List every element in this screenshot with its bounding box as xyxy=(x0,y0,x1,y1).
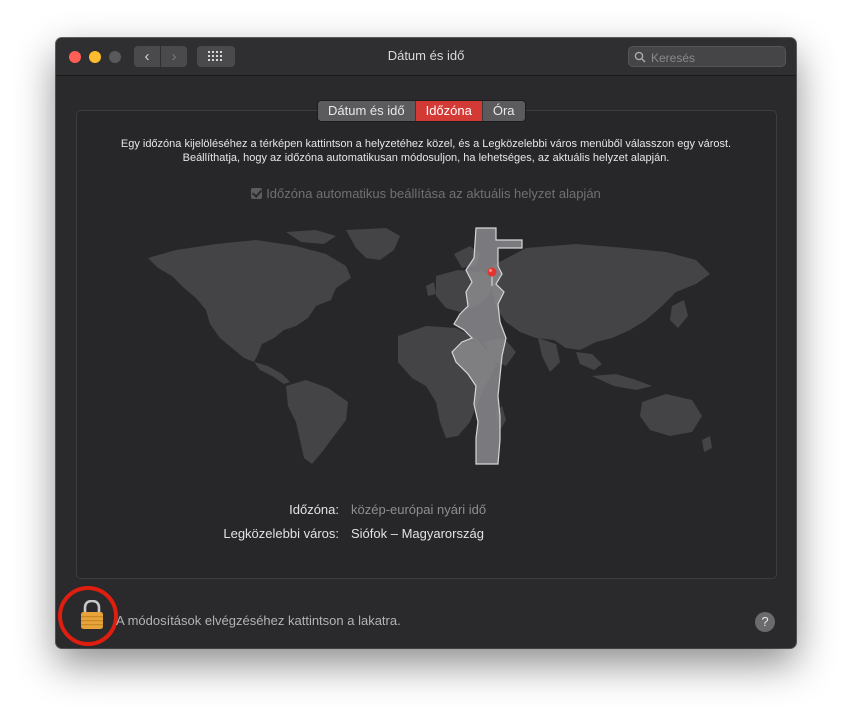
timezone-label: Időzóna: xyxy=(289,502,339,517)
search-input[interactable] xyxy=(649,48,783,67)
description-line-2: Beállíthatja, hogy az időzóna automatiku… xyxy=(182,152,670,164)
world-map[interactable] xyxy=(136,226,716,466)
help-button[interactable]: ? xyxy=(755,612,775,632)
title-bar: ‹ › Dátum és idő xyxy=(56,38,796,76)
preferences-window: ‹ › Dátum és idő Dátum és idő Időzóna Ór… xyxy=(56,38,796,648)
description-line-1: Egy időzóna kijelöléséhez a térképen kat… xyxy=(120,138,732,150)
description: Egy időzóna kijelöléséhez a térképen kat… xyxy=(116,137,736,165)
auto-timezone-label: Időzóna automatikus beállítása az aktuál… xyxy=(266,186,601,201)
tab-timezone[interactable]: Időzóna xyxy=(415,101,483,121)
tab-clock[interactable]: Óra xyxy=(483,101,525,121)
search-icon xyxy=(634,51,646,63)
lock-highlight-ring xyxy=(58,586,118,646)
tab-date-time[interactable]: Dátum és idő xyxy=(318,101,416,121)
auto-timezone-checkbox[interactable] xyxy=(251,188,263,199)
tab-bar: Dátum és idő Időzóna Óra xyxy=(317,100,526,122)
auto-timezone-row: Időzóna automatikus beállítása az aktuál… xyxy=(56,186,796,201)
lock-message: A módosítások elvégzéséhez kattintson a … xyxy=(116,613,401,628)
search-field[interactable] xyxy=(628,46,786,67)
nearest-city-label: Legközelebbi város: xyxy=(223,526,339,541)
nearest-city-value[interactable]: Siófok – Magyarország xyxy=(351,526,484,541)
timezone-value: közép-európai nyári idő xyxy=(351,502,487,517)
